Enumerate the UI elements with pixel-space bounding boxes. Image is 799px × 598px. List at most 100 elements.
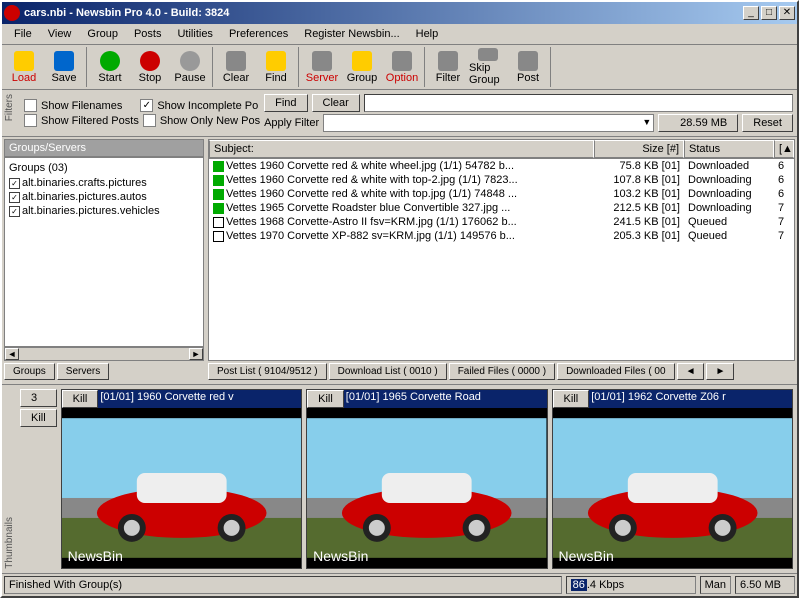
- watermark: NewsBin: [559, 548, 614, 564]
- minimize-button[interactable]: _: [743, 6, 759, 20]
- post-icon: [518, 51, 538, 71]
- filters-side-label: Filters: [4, 94, 15, 121]
- group-item[interactable]: ✓alt.binaries.pictures.vehicles: [7, 204, 201, 218]
- menu-registernewsbin[interactable]: Register Newsbin...: [296, 26, 407, 42]
- table-row[interactable]: Vettes 1965 Corvette Roadster blue Conve…: [209, 201, 794, 215]
- status-icon: [213, 189, 224, 200]
- thumb-image: [553, 408, 792, 568]
- clear-icon: [226, 51, 246, 71]
- menu-posts[interactable]: Posts: [126, 26, 170, 42]
- option-button[interactable]: Option: [382, 47, 422, 87]
- option-icon: [392, 51, 412, 71]
- load-icon: [14, 51, 34, 71]
- find-button[interactable]: Find: [256, 47, 296, 87]
- thumb-image: [62, 408, 301, 568]
- thumbnail-1[interactable]: Kill[01/01] 1965 Corvette RoadNewsBin: [306, 389, 547, 569]
- pause-button[interactable]: Pause: [170, 47, 210, 87]
- menu-file[interactable]: File: [6, 26, 40, 42]
- thumb-title: [01/01] 1962 Corvette Z06 r: [589, 390, 792, 408]
- status-icon: [213, 175, 224, 186]
- show-filtered-checkbox[interactable]: [24, 114, 37, 127]
- menu-preferences[interactable]: Preferences: [221, 26, 296, 42]
- start-button[interactable]: Start: [90, 47, 130, 87]
- scroll-left-icon[interactable]: ◄: [5, 348, 19, 360]
- start-icon: [100, 51, 120, 71]
- menu-group[interactable]: Group: [79, 26, 126, 42]
- status-icon: [213, 203, 224, 214]
- watermark: NewsBin: [68, 548, 123, 564]
- show-incomplete-checkbox[interactable]: [140, 99, 153, 112]
- watermark: NewsBin: [313, 548, 368, 564]
- statusbar: Finished With Group(s) 86.4 Kbps Man 6.5…: [2, 573, 797, 596]
- group-checkbox[interactable]: ✓: [9, 192, 20, 203]
- save-button[interactable]: Save: [44, 47, 84, 87]
- menu-utilities[interactable]: Utilities: [169, 26, 220, 42]
- reset-button[interactable]: Reset: [742, 114, 793, 132]
- thumbnails-side-label: Thumbnails: [4, 517, 15, 569]
- mb-button[interactable]: 28.59 MB: [658, 114, 738, 132]
- col-status[interactable]: Status: [684, 140, 774, 158]
- show-filtered-label: Show Filtered Posts: [41, 115, 139, 127]
- find-input[interactable]: [364, 94, 793, 112]
- table-row[interactable]: Vettes 1960 Corvette red & white with to…: [209, 187, 794, 201]
- post-button[interactable]: Post: [508, 47, 548, 87]
- tab-groups[interactable]: Groups: [4, 363, 55, 380]
- load-button[interactable]: Load: [4, 47, 44, 87]
- table-row[interactable]: Vettes 1960 Corvette red & white with to…: [209, 173, 794, 187]
- thumbnail-2[interactable]: Kill[01/01] 1962 Corvette Z06 r NewsBin: [552, 389, 793, 569]
- show-only-new-checkbox[interactable]: [143, 114, 156, 127]
- posts-panel: Subject: Size [#] Status [▲ Vettes 1960 …: [208, 139, 795, 382]
- kill-button[interactable]: Kill: [307, 390, 344, 408]
- close-button[interactable]: ✕: [779, 6, 795, 20]
- menu-help[interactable]: Help: [408, 26, 447, 42]
- apply-filter-dropdown[interactable]: [323, 114, 654, 132]
- find-button[interactable]: Find: [264, 94, 307, 112]
- col-last[interactable]: [▲: [774, 140, 794, 158]
- skip group-icon: [478, 48, 498, 61]
- group-button[interactable]: Group: [342, 47, 382, 87]
- maximize-button[interactable]: □: [761, 6, 777, 20]
- tab-scroll-left[interactable]: ◄: [677, 363, 705, 380]
- kill-all-button[interactable]: Kill: [20, 409, 57, 427]
- skip-group-button[interactable]: Skip Group: [468, 47, 508, 87]
- post-tab-3[interactable]: Downloaded Files ( 00: [557, 363, 675, 380]
- tab-scroll-right[interactable]: ►: [706, 363, 734, 380]
- toolbar: LoadSaveStartStopPauseClearFindServerGro…: [2, 45, 797, 90]
- thumb-count: 3: [20, 389, 57, 407]
- group-checkbox[interactable]: ✓: [9, 178, 20, 189]
- post-tab-0[interactable]: Post List ( 9104/9512 ): [208, 363, 327, 380]
- kill-button[interactable]: Kill: [62, 390, 99, 408]
- menu-view[interactable]: View: [40, 26, 80, 42]
- server-button[interactable]: Server: [302, 47, 342, 87]
- group-item[interactable]: ✓alt.binaries.crafts.pictures: [7, 176, 201, 190]
- col-subject[interactable]: Subject:: [209, 140, 594, 158]
- status-man: Man: [700, 576, 731, 594]
- post-tab-1[interactable]: Download List ( 0010 ): [329, 363, 447, 380]
- posts-listview[interactable]: Subject: Size [#] Status [▲ Vettes 1960 …: [208, 139, 795, 361]
- show-incomplete-label: Show Incomplete Po: [157, 100, 258, 112]
- group-checkbox[interactable]: ✓: [9, 206, 20, 217]
- table-row[interactable]: Vettes 1970 Corvette XP-882 sv=KRM.jpg (…: [209, 229, 794, 243]
- post-tab-2[interactable]: Failed Files ( 0000 ): [449, 363, 555, 380]
- table-row[interactable]: Vettes 1968 Corvette-Astro II fsv=KRM.jp…: [209, 215, 794, 229]
- table-row[interactable]: Vettes 1960 Corvette red & white wheel.j…: [209, 159, 794, 173]
- stop-button[interactable]: Stop: [130, 47, 170, 87]
- filter-button[interactable]: Filter: [428, 47, 468, 87]
- window-title: cars.nbi - Newsbin Pro 4.0 - Build: 3824: [24, 7, 743, 19]
- thumb-image: [307, 408, 546, 568]
- col-size[interactable]: Size [#]: [594, 140, 684, 158]
- groups-scrollbar[interactable]: ◄ ►: [4, 347, 204, 361]
- kill-button[interactable]: Kill: [553, 390, 590, 408]
- post-tabs: Post List ( 9104/9512 )Download List ( 0…: [208, 361, 795, 382]
- thumbnails-panel: Thumbnails 3 Kill Kill[01/01] 1960 Corve…: [2, 384, 797, 573]
- clear-button[interactable]: Clear: [312, 94, 360, 112]
- tab-servers[interactable]: Servers: [57, 363, 109, 380]
- clear-button[interactable]: Clear: [216, 47, 256, 87]
- scroll-right-icon[interactable]: ►: [189, 348, 203, 360]
- thumbnail-0[interactable]: Kill[01/01] 1960 Corvette red vNewsBin: [61, 389, 302, 569]
- status-icon: [213, 231, 224, 242]
- group-item[interactable]: ✓alt.binaries.pictures.autos: [7, 190, 201, 204]
- group-icon: [352, 51, 372, 71]
- app-icon: [4, 5, 20, 21]
- show-filenames-checkbox[interactable]: [24, 99, 37, 112]
